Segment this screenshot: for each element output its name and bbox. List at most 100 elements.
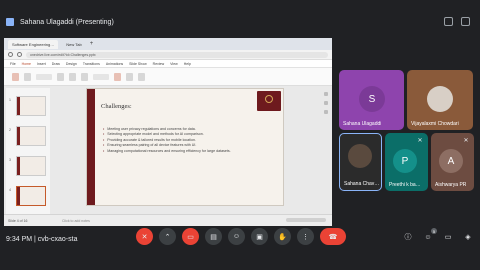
layout-icon[interactable] xyxy=(444,17,453,26)
participant-tile[interactable]: Vijayalaxmi Chowdari xyxy=(407,70,473,130)
browser-tab[interactable]: New Tab xyxy=(62,40,86,49)
participant-name: Vijayalaxmi Chowdari xyxy=(411,121,459,127)
activities-icon[interactable]: ◈ xyxy=(462,231,474,243)
meeting-time: 9:34 PM | cvb-cxao-sta xyxy=(6,236,78,243)
meet-window: Sahana Ulagaddi (Presenting) Software En… xyxy=(0,0,480,270)
back-icon[interactable] xyxy=(8,52,13,57)
present-icon xyxy=(6,18,14,26)
more-options-button[interactable]: ⋮ xyxy=(297,228,314,245)
browser-tab[interactable]: Software Engineering… xyxy=(8,39,59,49)
menu-animations[interactable]: Animations xyxy=(106,62,123,66)
info-icon[interactable]: ⓘ xyxy=(402,231,414,243)
shapes-icon[interactable] xyxy=(114,72,121,81)
menu-home[interactable]: Home xyxy=(22,62,31,66)
menu-insert[interactable]: Insert xyxy=(37,62,46,66)
avatar: A xyxy=(439,149,463,173)
participant-tile[interactable]: A ✕ Aishwarya PR xyxy=(431,133,474,191)
participant-tile-self[interactable]: Sahana Chav… xyxy=(339,133,382,191)
menu-review[interactable]: Review xyxy=(153,62,164,66)
avatar: S xyxy=(359,86,385,112)
thumb-number: 4 xyxy=(9,188,11,192)
paste-icon[interactable] xyxy=(12,72,19,81)
italic-icon[interactable] xyxy=(69,72,76,81)
ppt-status-bar: Slide 4 of 16 Click to add notes xyxy=(4,214,332,226)
menu-help[interactable]: Help xyxy=(184,62,191,66)
new-tab-icon[interactable]: + xyxy=(90,41,94,47)
participant-tile[interactable]: P ✕ Preethi k ba… xyxy=(385,133,428,191)
raise-hand-button[interactable]: ✋ xyxy=(274,228,291,245)
zoom-slider[interactable] xyxy=(286,218,326,222)
underline-icon[interactable] xyxy=(81,72,88,81)
mic-off-button[interactable]: ✕ xyxy=(136,228,153,245)
menu-slideshow[interactable]: Slide Show xyxy=(129,62,147,66)
font-family-select[interactable] xyxy=(36,73,52,80)
browser-tabstrip: Software Engineering… New Tab + xyxy=(4,38,332,50)
designer-icon[interactable] xyxy=(138,72,145,81)
refresh-icon[interactable] xyxy=(17,52,22,57)
present-button[interactable]: ▣ xyxy=(251,228,268,245)
chat-icon[interactable]: ▭ xyxy=(442,231,454,243)
thumb-number: 3 xyxy=(9,158,11,162)
camera-off-button[interactable]: ▭ xyxy=(182,228,199,245)
avatar-photo xyxy=(427,86,453,112)
slide-thumbnail-selected[interactable] xyxy=(16,186,46,206)
arrange-icon[interactable] xyxy=(126,72,133,81)
slide-counter: Slide 4 of 16 xyxy=(8,219,28,223)
logo-emblem-icon xyxy=(265,95,273,103)
thumb-number: 1 xyxy=(9,98,11,102)
comments-icon[interactable] xyxy=(324,92,328,96)
notes-placeholder[interactable]: Click to add notes xyxy=(62,219,90,223)
slide-bullet-list: Meeting user privacy regulations and con… xyxy=(103,127,230,154)
participant-name: Sahana Ulagaddi xyxy=(343,121,382,127)
fullscreen-icon[interactable] xyxy=(461,17,470,26)
captions-button[interactable]: ▤ xyxy=(205,228,222,245)
mic-off-icon: ✕ xyxy=(417,137,423,144)
address-bar: onedrive.live.com/edit?id=Challenges.ppt… xyxy=(4,50,332,60)
top-bar: Sahana Ulagaddi (Presenting) xyxy=(0,0,480,34)
ppt-editor: 1 2 3 4 Challenges: Meeting user privacy… xyxy=(4,86,332,214)
self-video xyxy=(348,144,372,168)
slide-canvas[interactable]: Challenges: Meeting user privacy regulat… xyxy=(86,88,284,206)
bullet-item: Managing computational resources and ens… xyxy=(103,149,230,154)
people-count-badge: 5 xyxy=(431,228,437,234)
meeting-controls-bar: 9:34 PM | cvb-cxao-sta ✕ ⌃ ▭ ▤ ☺ ▣ ✋ ⋮ ☎… xyxy=(0,228,480,270)
format-icon[interactable] xyxy=(324,110,328,114)
menu-design[interactable]: Design xyxy=(66,62,77,66)
slide-accent-stripe xyxy=(87,89,95,205)
paragraph-tools[interactable] xyxy=(93,73,109,80)
meeting-code: cvb-cxao-sta xyxy=(37,236,78,243)
time-text: 9:34 PM xyxy=(6,236,33,243)
thumb-number: 2 xyxy=(9,128,11,132)
end-call-button[interactable]: ☎ xyxy=(320,228,346,245)
ppt-menubar: File Home Insert Draw Design Transitions… xyxy=(4,60,332,68)
mic-off-icon: ✕ xyxy=(463,137,469,144)
participant-tile[interactable]: S Sahana Ulagaddi xyxy=(339,70,404,130)
share-icon[interactable] xyxy=(324,101,328,105)
emoji-button[interactable]: ☺ xyxy=(228,228,245,245)
new-slide-icon[interactable] xyxy=(24,72,31,81)
people-icon[interactable]: ☺ 5 xyxy=(422,228,437,243)
menu-draw[interactable]: Draw xyxy=(52,62,60,66)
slide-title: Challenges: xyxy=(101,103,132,110)
slide-thumbnail-pane: 1 2 3 4 xyxy=(6,88,50,214)
presenting-label: Sahana Ulagaddi (Presenting) xyxy=(20,18,114,26)
shared-screen: Software Engineering… New Tab + onedrive… xyxy=(4,38,332,226)
menu-view[interactable]: View xyxy=(170,62,178,66)
slide-thumbnail[interactable] xyxy=(16,156,46,176)
call-controls: ✕ ⌃ ▭ ▤ ☺ ▣ ✋ ⋮ ☎ xyxy=(136,228,346,245)
participant-name: Sahana Chav… xyxy=(344,181,380,187)
menu-file[interactable]: File xyxy=(10,62,16,66)
participant-name: Preethi k ba… xyxy=(389,182,421,188)
slide-thumbnail[interactable] xyxy=(16,126,46,146)
ppt-ribbon xyxy=(4,68,332,86)
participant-name: Aishwarya PR xyxy=(435,182,467,188)
menu-transitions[interactable]: Transitions xyxy=(83,62,100,66)
url-field[interactable]: onedrive.live.com/edit?id=Challenges.ppt… xyxy=(26,51,328,58)
right-toolbar xyxy=(322,88,330,148)
bold-icon[interactable] xyxy=(57,72,64,81)
slide-thumbnail[interactable] xyxy=(16,96,46,116)
mic-options-button[interactable]: ⌃ xyxy=(159,228,176,245)
top-right-actions xyxy=(444,17,470,26)
presenting-banner: Sahana Ulagaddi (Presenting) xyxy=(6,18,114,26)
avatar: P xyxy=(393,149,417,173)
